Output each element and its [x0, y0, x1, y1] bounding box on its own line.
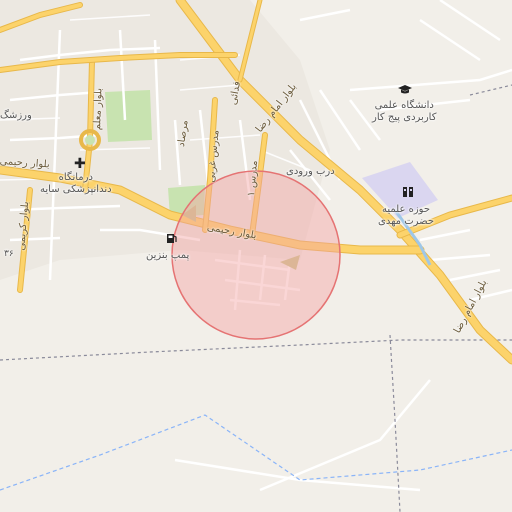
- graduation-cap-icon[interactable]: [398, 84, 412, 96]
- entrance-gate-label[interactable]: درب ورودی: [286, 166, 335, 178]
- map-canvas[interactable]: ✚ درمانگاه دندانپزشکی سایه پمپ بنزین دان…: [0, 0, 512, 512]
- varzeshgah-label[interactable]: ورزشگ: [0, 110, 32, 122]
- park: [105, 90, 152, 142]
- gas-station-label[interactable]: پمپ بنزین: [146, 250, 189, 262]
- university-label[interactable]: دانشگاه علمی کاربردی پیج کار: [372, 100, 436, 124]
- fuel-pump-icon[interactable]: [166, 232, 178, 244]
- seminary-label[interactable]: حوزه علمیه حضرت مهدی: [378, 204, 434, 228]
- dentistry-clinic-label[interactable]: درمانگاه دندانپزشکی سایه: [40, 172, 112, 196]
- number-label: ۳۶: [4, 249, 14, 259]
- road-label-moalem: بلوار معلم: [92, 87, 105, 131]
- map-base: [0, 0, 512, 512]
- hospital-cross-icon[interactable]: ✚: [74, 156, 86, 172]
- building-icon[interactable]: [402, 186, 414, 198]
